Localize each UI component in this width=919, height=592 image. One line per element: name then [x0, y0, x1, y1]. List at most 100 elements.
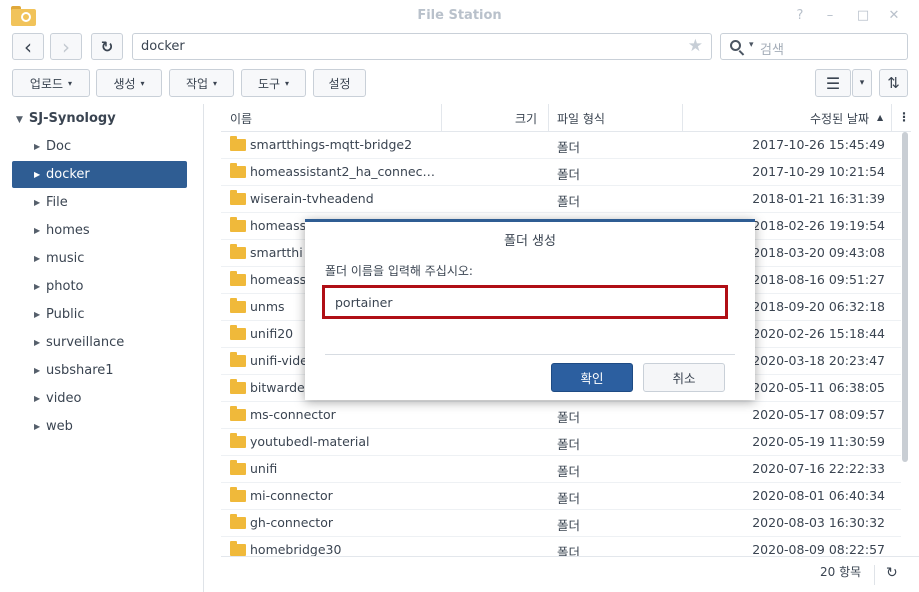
- action-menu-button[interactable]: 작업 ▾: [169, 69, 234, 97]
- folder-icon: [230, 163, 246, 178]
- tree-item-video[interactable]: ▶ video: [12, 385, 187, 412]
- search-input[interactable]: ▾ 검색: [720, 33, 908, 60]
- list-item[interactable]: mi-connector 폴더 2020-08-01 06:40:34: [221, 483, 901, 510]
- create-menu-button[interactable]: 생성 ▾: [96, 69, 162, 97]
- tree-item-photo[interactable]: ▶ photo: [12, 273, 187, 300]
- tree-item-label: Public: [46, 307, 85, 322]
- tree-item-docker[interactable]: ▶ docker: [12, 161, 187, 188]
- file-date: 2020-08-01 06:40:34: [752, 488, 885, 503]
- tree-item-surveillance[interactable]: ▶ surveillance: [12, 329, 187, 356]
- tree-item-public[interactable]: ▶ Public: [12, 301, 187, 328]
- minimize-icon[interactable]: –: [822, 8, 838, 23]
- collapse-arrow-icon[interactable]: ▶: [34, 310, 40, 319]
- tree-item-file[interactable]: ▶ File: [12, 189, 187, 216]
- dialog-title: 폴더 생성: [504, 234, 556, 249]
- file-type: 폴더: [557, 464, 581, 479]
- list-item[interactable]: wiserain-tvheadend 폴더 2018-01-21 16:31:39: [221, 186, 901, 213]
- column-type-header[interactable]: 파일 형식: [557, 110, 605, 127]
- list-item[interactable]: homeassistant2_ha_connect... 폴더 2017-10-29…: [221, 159, 901, 186]
- chevron-down-icon: ▾: [285, 78, 290, 88]
- file-date: 2020-05-19 11:30:59: [752, 434, 885, 449]
- file-type: 폴더: [557, 167, 581, 182]
- file-type: 폴더: [557, 545, 581, 556]
- column-size-header[interactable]: 크기: [515, 110, 537, 127]
- tree-item-web[interactable]: ▶ web: [12, 413, 187, 440]
- vertical-scrollbar[interactable]: [902, 132, 908, 462]
- folder-icon: [230, 271, 246, 286]
- list-item[interactable]: homebridge30 폴더 2020-08-09 08:22:57: [221, 537, 901, 556]
- list-footer: 20 항목 ↻: [221, 556, 919, 592]
- collapse-arrow-icon[interactable]: ▶: [34, 422, 40, 431]
- forward-button[interactable]: ›: [50, 33, 82, 60]
- tree-item-label: music: [46, 251, 85, 266]
- collapse-arrow-icon[interactable]: ▶: [34, 254, 40, 263]
- folder-icon: [230, 514, 246, 529]
- file-type: 폴더: [557, 194, 581, 209]
- tools-label: 도구: [257, 76, 281, 91]
- collapse-arrow-icon[interactable]: ▶: [34, 198, 40, 207]
- file-name: ms-connector: [250, 407, 336, 422]
- file-name: unifi: [250, 461, 278, 476]
- column-separator[interactable]: [891, 104, 892, 132]
- list-item[interactable]: unifi 폴더 2020-07-16 22:22:33: [221, 456, 901, 483]
- refresh-button[interactable]: ↻: [91, 33, 123, 60]
- column-date-header[interactable]: 수정된 날짜: [810, 110, 869, 127]
- cancel-button[interactable]: 취소: [643, 363, 725, 392]
- view-mode-dropdown[interactable]: ▾: [852, 69, 872, 97]
- view-mode-button[interactable]: ☰: [815, 69, 851, 97]
- sort-icon: ⇅: [887, 74, 900, 92]
- tree-item-label: surveillance: [46, 335, 125, 350]
- list-item[interactable]: gh-connector 폴더 2020-08-03 16:30:32: [221, 510, 901, 537]
- tree-item-homes[interactable]: ▶ homes: [12, 217, 187, 244]
- star-icon[interactable]: ★: [688, 36, 703, 56]
- search-options-icon[interactable]: ▾: [749, 40, 754, 50]
- expand-arrow-icon[interactable]: ▼: [16, 115, 23, 125]
- action-label: 작업: [185, 76, 209, 91]
- tree-root[interactable]: ▼ SJ-Synology: [16, 111, 116, 126]
- list-item[interactable]: youtubedl-material 폴더 2020-05-19 11:30:59: [221, 429, 901, 456]
- chevron-down-icon: ▾: [859, 78, 865, 88]
- column-name-header[interactable]: 이름: [230, 110, 252, 127]
- tools-menu-button[interactable]: 도구 ▾: [241, 69, 306, 97]
- refresh-icon[interactable]: ↻: [886, 565, 898, 581]
- collapse-arrow-icon[interactable]: ▶: [34, 366, 40, 375]
- collapse-arrow-icon[interactable]: ▶: [34, 282, 40, 291]
- column-options-icon[interactable]: ⋮: [898, 110, 910, 124]
- upload-menu-button[interactable]: 업로드 ▾: [12, 69, 90, 97]
- path-field[interactable]: docker ★: [132, 33, 712, 60]
- folder-icon: [230, 352, 246, 367]
- sort-button[interactable]: ⇅: [879, 69, 908, 97]
- maximize-icon[interactable]: □: [855, 8, 871, 23]
- collapse-arrow-icon[interactable]: ▶: [34, 170, 40, 179]
- collapse-arrow-icon[interactable]: ▶: [34, 338, 40, 347]
- collapse-arrow-icon[interactable]: ▶: [34, 142, 40, 151]
- close-icon[interactable]: ✕: [886, 8, 902, 23]
- file-date: 2020-08-09 08:22:57: [752, 542, 885, 556]
- tree-item-label: homes: [46, 223, 90, 238]
- collapse-arrow-icon[interactable]: ▶: [34, 226, 40, 235]
- column-separator[interactable]: [548, 104, 549, 132]
- dialog-divider: [325, 354, 735, 355]
- folder-name-label: 폴더 이름을 입력해 주십시오:: [325, 264, 473, 278]
- tree-item-label: Doc: [46, 139, 72, 154]
- help-icon[interactable]: ?: [792, 8, 808, 23]
- search-placeholder: 검색: [760, 43, 784, 58]
- ok-button[interactable]: 확인: [551, 363, 633, 392]
- tree-item-usbshare1[interactable]: ▶ usbshare1: [12, 357, 187, 384]
- search-icon[interactable]: [730, 40, 741, 51]
- tree-item-doc[interactable]: ▶ Doc: [12, 133, 187, 160]
- file-name: wiserain-tvheadend: [250, 191, 374, 206]
- column-separator[interactable]: [441, 104, 442, 132]
- folder-name-input[interactable]: portainer: [322, 285, 728, 319]
- column-separator[interactable]: [682, 104, 683, 132]
- folder-icon: [230, 190, 246, 205]
- back-button[interactable]: ‹: [12, 33, 44, 60]
- list-header: 이름 크기 파일 형식 수정된 날짜 ▲ ⋮: [221, 104, 911, 132]
- file-date: 2018-01-21 16:31:39: [752, 191, 885, 206]
- tree-item-music[interactable]: ▶ music: [12, 245, 187, 272]
- settings-button[interactable]: 설정: [313, 69, 366, 97]
- list-item[interactable]: smartthings-mqtt-bridge2 폴더 2017-10-26 15:…: [221, 132, 901, 159]
- file-name: homebridge30: [250, 542, 342, 556]
- list-item[interactable]: ms-connector 폴더 2020-05-17 08:09:57: [221, 402, 901, 429]
- collapse-arrow-icon[interactable]: ▶: [34, 394, 40, 403]
